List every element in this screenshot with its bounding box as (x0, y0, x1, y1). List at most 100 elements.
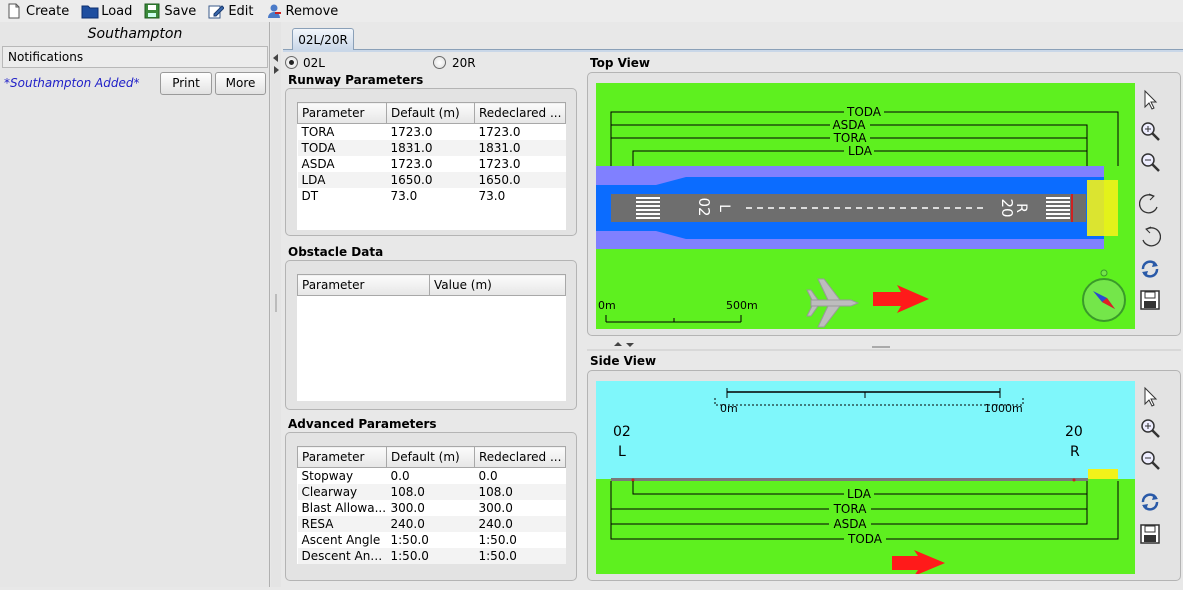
pointer-icon[interactable] (1139, 386, 1161, 408)
table-row[interactable]: Clearway 108.0 108.0 (297, 483, 566, 500)
rotate-left-icon[interactable] (1139, 193, 1161, 215)
table-cell: 1723.0 (478, 156, 521, 171)
runway-parameters-table: Parameter Default (m) Redeclared ... TOR… (297, 102, 566, 230)
airport-title: Southampton (87, 26, 183, 42)
left-panel (0, 22, 270, 587)
print-button[interactable]: Print (160, 72, 212, 95)
top-view-title: Top View (590, 56, 651, 70)
scale-end-label: 1000m (984, 402, 1023, 415)
column-header[interactable]: Parameter (297, 446, 387, 468)
table-cell: TORA (301, 124, 335, 139)
table-row[interactable]: LDA 1650.0 1650.0 (297, 171, 566, 188)
table-row[interactable]: TODA 1831.0 1831.0 (297, 139, 566, 156)
new-file-icon (6, 3, 22, 19)
table-cell: ASDA (301, 156, 335, 171)
table-cell: 1:50.0 (386, 547, 475, 564)
column-header[interactable]: Parameter (297, 274, 430, 296)
table-empty-row (298, 204, 566, 230)
advanced-parameters-title: Advanced Parameters (288, 417, 437, 431)
column-header[interactable]: Redeclared ... (474, 102, 566, 124)
table-cell: 1:50.0 (478, 532, 517, 547)
load-menu-button[interactable]: Load (81, 1, 132, 21)
table-cell: 240.0 (474, 515, 566, 532)
zoom-in-icon[interactable] (1139, 120, 1161, 142)
column-header[interactable]: Default (m) (386, 446, 475, 468)
table-row[interactable]: Ascent Angle 1:50.0 1:50.0 (298, 532, 566, 548)
tora-label: TORA (833, 131, 868, 145)
table-cell: 108.0 (474, 483, 566, 500)
table-row[interactable]: Blast Allowa... 300.0 300.0 (298, 500, 566, 516)
remove-menu-button[interactable]: Remove (266, 1, 338, 21)
top-view-canvas[interactable]: 02 L 20 R TODA ASDA TORA LDA 0m 500m (596, 83, 1135, 329)
table-cell: 1650.0 (474, 171, 566, 188)
tab-strip (283, 49, 1183, 52)
table-empty-row (298, 296, 566, 401)
pointer-icon[interactable] (1139, 89, 1161, 111)
floppy-disk-icon[interactable] (1139, 289, 1161, 311)
designator-l: L (716, 204, 732, 212)
lda-label: LDA (847, 487, 872, 501)
table-row[interactable]: Descent Ang... 1:50.0 1:50.0 (297, 547, 566, 564)
rotate-right-icon[interactable] (1139, 226, 1161, 248)
refresh-icon[interactable] (1139, 491, 1161, 513)
table-cell: 1723.0 (390, 156, 433, 171)
view-splitter[interactable] (587, 341, 1181, 351)
table-row[interactable]: RESA 240.0 240.0 (297, 515, 566, 532)
scale-start-label: 0m (720, 402, 738, 415)
table-cell: 300.0 (390, 500, 425, 515)
runway-parameters-title: Runway Parameters (288, 73, 424, 87)
create-label: Create (26, 3, 70, 19)
column-header[interactable]: Value (m) (429, 274, 566, 296)
panel-splitter[interactable] (271, 22, 281, 587)
table-cell: 1650.0 (386, 171, 475, 188)
table-row[interactable]: DT 73.0 73.0 (298, 188, 566, 204)
table-cell: 1831.0 (474, 139, 566, 156)
table-cell: Descent Ang... (297, 547, 387, 564)
table-cell: 73.0 (390, 188, 418, 203)
table-cell: Stopway (301, 468, 354, 483)
table-cell: LDA (297, 171, 387, 188)
designator-02: 02 (695, 197, 713, 216)
menu-bar: Create Load Save Edit Remove (0, 0, 1183, 22)
load-label: Load (101, 3, 133, 19)
column-header[interactable]: Default (m) (386, 102, 475, 124)
table-cell: 240.0 (386, 515, 475, 532)
table-row[interactable]: ASDA 1723.0 1723.0 (298, 156, 566, 172)
table-cell: DT (301, 188, 319, 203)
table-cell: 1:50.0 (390, 532, 429, 547)
table-cell: Clearway (297, 483, 387, 500)
lda-label: LDA (848, 144, 873, 158)
radio-20r[interactable] (433, 56, 446, 69)
radio-02l[interactable] (285, 56, 298, 69)
tab-02l-20r[interactable]: 02L/20R (292, 28, 354, 50)
table-row[interactable]: Stopway 0.0 0.0 (298, 468, 566, 484)
refresh-icon[interactable] (1139, 258, 1161, 280)
advanced-parameters-table: Parameter Default (m) Redeclared ... Sto… (297, 446, 566, 564)
remove-user-icon (266, 3, 282, 19)
table-cell: 0.0 (390, 468, 410, 483)
side-view-canvas[interactable]: 0m 1000m 02 L 20 R LDA TORA ASDA TODA (596, 381, 1135, 574)
edit-menu-button[interactable]: Edit (208, 1, 254, 21)
edit-label: Edit (228, 3, 254, 19)
table-row[interactable]: TORA 1723.0 1723.0 (298, 124, 566, 140)
zoom-out-icon[interactable] (1139, 449, 1161, 471)
zoom-in-icon[interactable] (1139, 417, 1161, 439)
save-menu-button[interactable]: Save (144, 1, 196, 21)
table-cell: 1723.0 (390, 124, 433, 139)
toda-label: TODA (847, 532, 883, 546)
obstacle-data-table: Parameter Value (m) (297, 274, 566, 401)
table-cell: TODA (297, 139, 387, 156)
floppy-disk-icon[interactable] (1139, 523, 1161, 545)
table-cell: 108.0 (386, 483, 475, 500)
scale-start-label: 0m (598, 299, 616, 312)
table-cell: 73.0 (478, 188, 506, 203)
table-cell: 1:50.0 (474, 547, 566, 564)
floppy-disk-icon (144, 3, 160, 19)
notifications-header: Notifications (2, 46, 268, 68)
zoom-out-icon[interactable] (1139, 151, 1161, 173)
table-cell: 300.0 (478, 500, 513, 515)
column-header[interactable]: Redeclared ... (474, 446, 566, 468)
column-header[interactable]: Parameter (297, 102, 387, 124)
create-menu-button[interactable]: Create (6, 1, 69, 21)
more-button[interactable]: More (215, 72, 266, 95)
